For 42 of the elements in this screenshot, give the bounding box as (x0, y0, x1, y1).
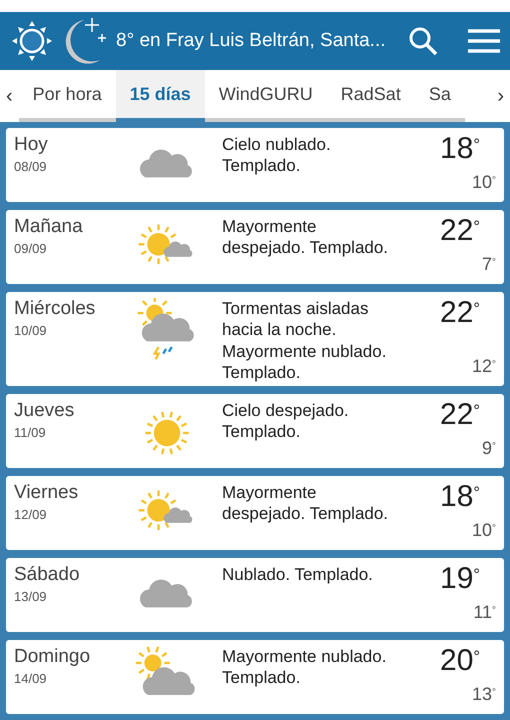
day-date: 14/09 (14, 670, 48, 688)
day-name: Mañana (14, 216, 84, 239)
weather-description: Cielo nublado. Templado. (222, 134, 332, 178)
day-date: 13/09 (14, 588, 48, 606)
day-name: Miércoles (14, 298, 96, 321)
day-name: Sábado (14, 564, 81, 587)
weather-description: Mayormente nublado. Templado. (222, 646, 388, 690)
day-name: Jueves (14, 400, 76, 423)
low-temperature: 11$^{°}$ (473, 601, 496, 624)
day-name: Viernes (14, 482, 80, 505)
low-temperature: 9$^{°}$ (482, 437, 496, 460)
tab[interactable]: 15 días (116, 70, 205, 122)
day-date: 10/09 (14, 322, 48, 340)
high-temperature: 19$^{°}$ (440, 564, 480, 594)
day-date: 09/09 (14, 240, 48, 258)
high-temperature: 22$^{°}$ (440, 298, 480, 328)
day-date: 08/09 (14, 158, 48, 176)
weather-description: Cielo despejado. Templado. (222, 400, 350, 444)
high-temperature: 20$^{°}$ (440, 646, 480, 676)
scroll-left-button[interactable]: ‹ (0, 70, 19, 122)
day-name: Hoy (14, 134, 49, 157)
low-temperature: 12$^{°}$ (472, 355, 496, 378)
low-temperature: 10$^{°}$ (472, 171, 496, 194)
high-temperature: 18$^{°}$ (440, 482, 480, 512)
high-temperature: 18$^{°}$ (440, 134, 480, 164)
weather-description: Nublado. Templado. (222, 564, 374, 586)
low-temperature: 10$^{°}$ (472, 519, 496, 542)
day-date: 12/09 (14, 506, 48, 524)
low-temperature: 7$^{°}$ (482, 253, 496, 276)
weather-description: Tormentas aisladas hacia la noche. Mayormente nublado. Templado. (222, 298, 388, 380)
scroll-right-button[interactable]: › (491, 70, 510, 122)
weather-description: Mayormente despejado. Templado. (222, 482, 390, 526)
day-date: 11/09 (14, 424, 47, 442)
menu-icon[interactable] (468, 28, 500, 54)
sun-icon (10, 19, 54, 63)
search-icon[interactable] (408, 26, 438, 56)
high-temperature: 22$^{°}$ (440, 400, 480, 430)
day-name: Domingo (14, 646, 92, 669)
weather-description: Mayormente despejado. Templado. (222, 216, 390, 260)
location-title: 8° en Fray Luis Beltrán, Santa... (116, 28, 387, 53)
low-temperature: 13$^{°}$ (472, 683, 496, 706)
high-temperature: 22$^{°}$ (440, 216, 480, 246)
